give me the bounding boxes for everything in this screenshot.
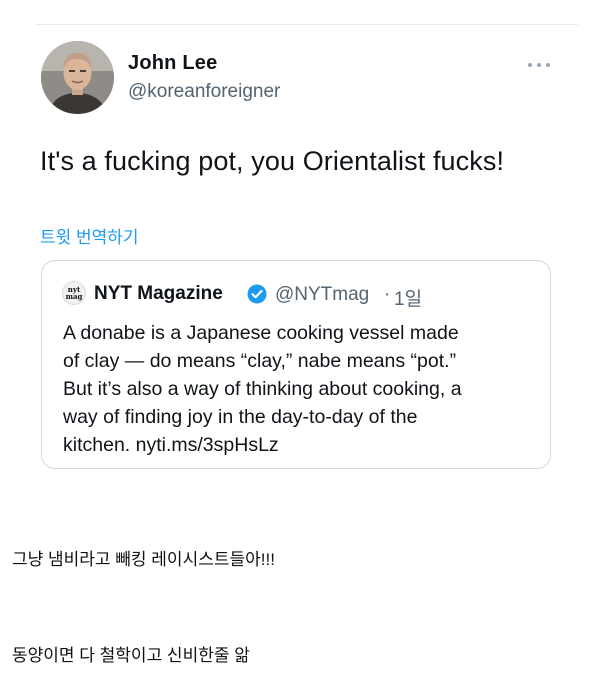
tweet-text: It's a fucking pot, you Orientalist fuck… (40, 146, 505, 176)
quoted-text-line: kitchen. nyti.ms/3spHsLz (63, 434, 279, 456)
separator-dot: · (384, 284, 391, 305)
translate-tweet-link[interactable]: 트윗 번역하기 (40, 223, 139, 248)
quoted-author-name[interactable]: NYT Magazine (94, 283, 223, 305)
comment-text-1: 그냥 냄비라고 빼킹 레이시스트들아!!! (12, 550, 275, 569)
tweet: John Lee @koreanforeigner It's a fucking… (0, 0, 593, 500)
verified-badge-icon (247, 284, 267, 304)
comment-text-2: 동양이면 다 철학이고 신비한줄 앎 (12, 646, 250, 665)
quoted-timestamp[interactable]: 1일 (394, 284, 422, 311)
avatar-photo (41, 41, 114, 114)
quoted-text-line: A donabe is a Japanese cooking vessel ma… (63, 322, 459, 344)
quoted-tweet-text: A donabe is a Japanese cooking vessel ma… (63, 319, 543, 459)
more-horizontal-icon[interactable] (526, 57, 552, 67)
quoted-text-line: of clay — do means “clay,” nabe means “p… (63, 350, 457, 372)
quoted-text-line: way of finding joy in the day-to-day of … (63, 406, 418, 428)
avatar[interactable] (41, 41, 114, 114)
svg-text:mag: mag (66, 292, 83, 301)
quoted-author-handle[interactable]: @NYTmag (275, 284, 369, 306)
author-name[interactable]: John Lee (128, 52, 217, 75)
quoted-text-line: But it’s also a way of thinking about co… (63, 378, 462, 400)
nyt-mag-logo: nyt mag (62, 281, 86, 305)
author-handle[interactable]: @koreanforeigner (128, 81, 280, 103)
quoted-tweet-card[interactable]: nyt mag NYT Magazine @NYTmag · 1일 A dona… (41, 260, 551, 469)
